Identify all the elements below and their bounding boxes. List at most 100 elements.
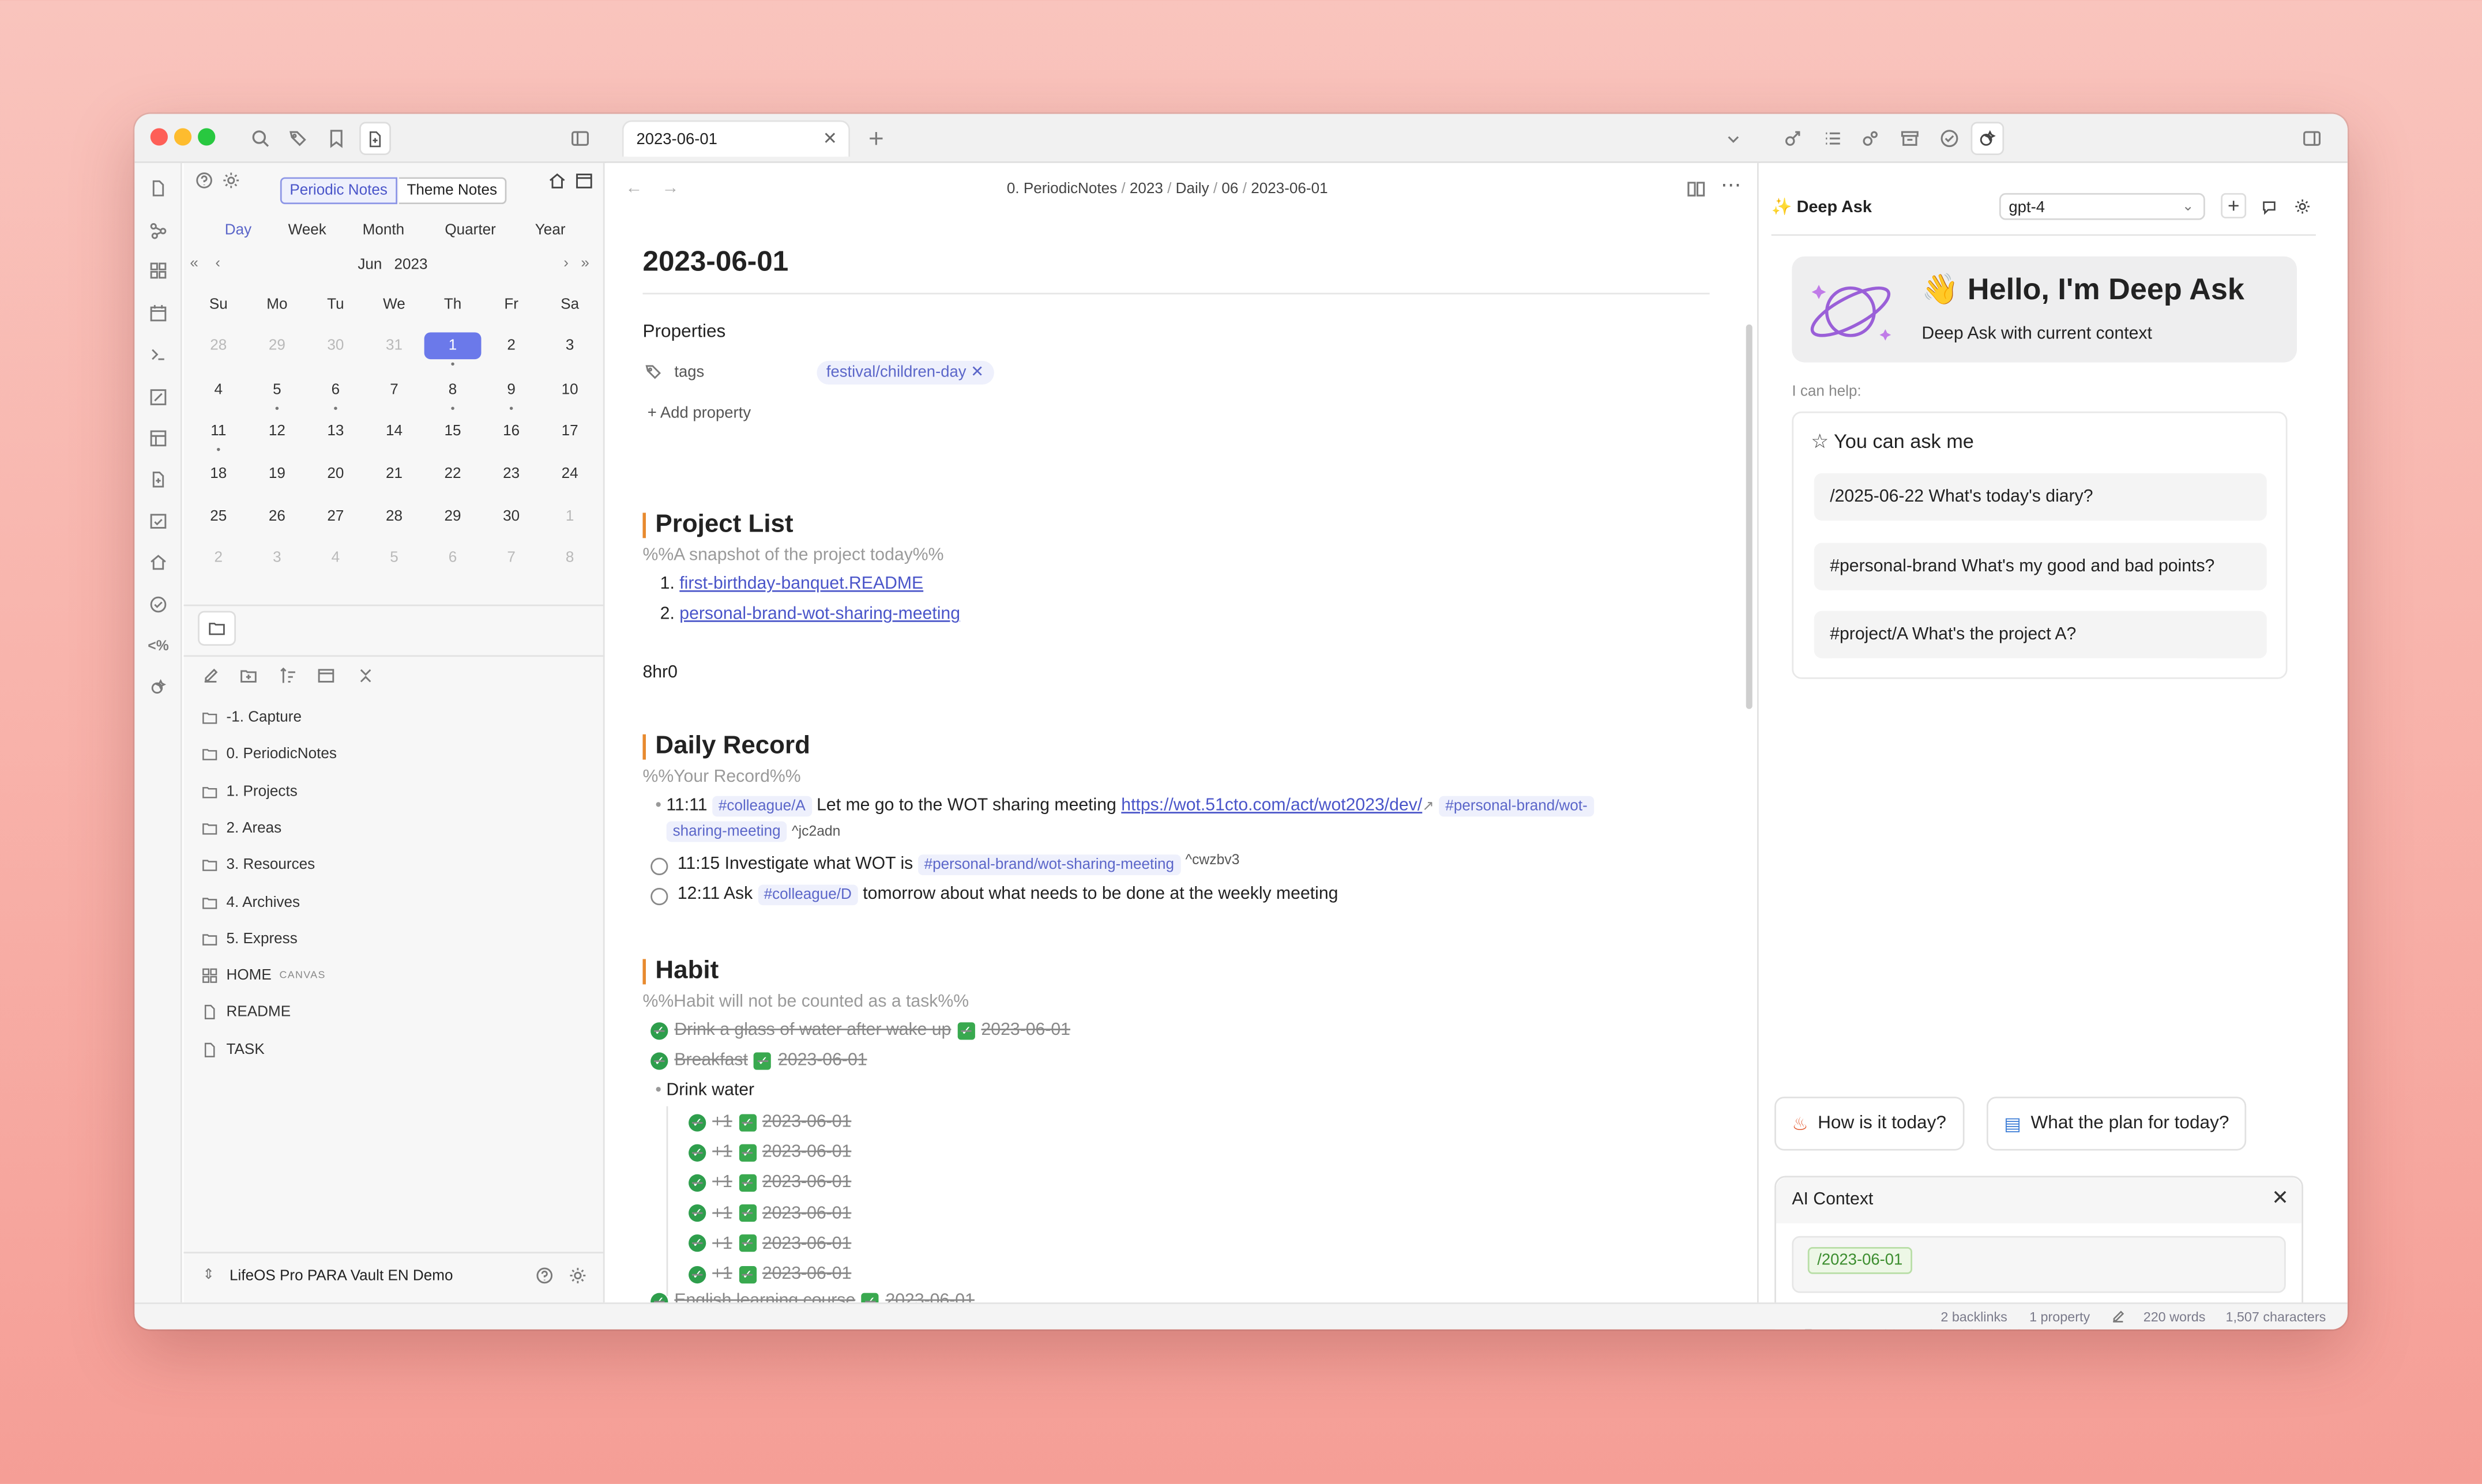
calendar-day[interactable]: 29 — [424, 503, 482, 530]
deep-ask-settings-icon[interactable] — [2289, 193, 2314, 219]
calendar-day[interactable]: 20 — [307, 461, 364, 488]
deep-ask-icon[interactable] — [1970, 122, 2005, 156]
calendar-day[interactable]: 12 — [249, 418, 306, 445]
forward-arrow-icon[interactable]: → — [661, 179, 679, 198]
calendar-day[interactable]: 8 — [541, 544, 599, 571]
tag[interactable]: #personal-brand/wot- — [1439, 796, 1594, 817]
done-check-icon[interactable]: ✓ — [689, 1204, 706, 1222]
property-key[interactable]: tags — [674, 364, 704, 381]
calendar-day[interactable]: 6 — [424, 544, 482, 571]
done-check-icon[interactable]: ✓ — [689, 1265, 706, 1283]
calendar-settings-icon[interactable] — [221, 171, 240, 190]
calendar-day[interactable]: 9 — [483, 376, 540, 404]
calendar-icon[interactable] — [574, 171, 593, 190]
period-week[interactable]: Week — [288, 221, 326, 239]
editor-scrollbar[interactable] — [1746, 324, 1753, 709]
file-tree-item[interactable]: 0. PeriodicNotes — [201, 746, 337, 763]
project-comment[interactable]: %%A snapshot of the project today%% — [642, 546, 943, 565]
period-day[interactable]: Day — [225, 221, 251, 239]
calendar-day[interactable]: 24 — [541, 461, 599, 488]
calendar-year[interactable]: 2023 — [394, 257, 428, 274]
tag[interactable]: #colleague/D — [757, 884, 858, 906]
ai-link-icon[interactable] — [1782, 128, 1803, 149]
close-tab-icon[interactable]: ✕ — [823, 128, 837, 149]
collapse-all-icon[interactable] — [356, 666, 375, 685]
calendar-day[interactable]: 3 — [249, 544, 306, 571]
breadcrumb-item[interactable]: 2023 — [1130, 180, 1163, 198]
tag[interactable]: #personal-brand/wot-sharing-meeting — [917, 854, 1181, 875]
tags-icon[interactable] — [288, 128, 309, 149]
calendar-day[interactable]: 14 — [366, 418, 423, 445]
calendar-check-icon[interactable] — [149, 511, 168, 530]
new-tab-icon[interactable] — [866, 128, 887, 149]
more-options-icon[interactable]: ⋯ — [1721, 172, 1742, 198]
new-folder-icon[interactable] — [239, 666, 258, 685]
calendar-day[interactable]: 25 — [190, 503, 247, 530]
file-tree-item[interactable]: HOME CANVAS — [201, 967, 326, 985]
terminal-icon[interactable] — [149, 345, 168, 364]
calendar-day[interactable]: 2 — [190, 544, 247, 571]
daily-record-heading[interactable]: Daily Record — [642, 733, 810, 760]
suggested-question[interactable]: #project/A What's the project A? — [1814, 611, 2267, 658]
dashboard-icon[interactable] — [149, 261, 168, 280]
layout-icon[interactable] — [149, 429, 168, 448]
breadcrumb-item[interactable]: Daily — [1176, 180, 1209, 198]
home-icon[interactable] — [548, 171, 567, 190]
calendar-day[interactable]: 21 — [366, 461, 423, 488]
calendar-day[interactable]: 31 — [366, 332, 423, 359]
done-check-icon[interactable]: ✓ — [650, 1052, 668, 1069]
calendar-day[interactable]: 30 — [307, 332, 364, 359]
project-link[interactable]: personal-brand-wot-sharing-meeting — [679, 605, 960, 624]
calendar-day[interactable]: 4 — [307, 544, 364, 571]
new-chat-icon[interactable] — [2221, 193, 2247, 219]
task-checkbox[interactable] — [650, 857, 668, 875]
suggested-question[interactable]: #personal-brand What's my good and bad p… — [1814, 543, 2267, 590]
calendar-day[interactable]: 26 — [249, 503, 306, 530]
back-arrow-icon[interactable]: ← — [625, 179, 642, 198]
habit-comment[interactable]: %%Habit will not be counted as a task%% — [642, 992, 969, 1011]
file-tree-item[interactable]: README — [201, 1004, 291, 1022]
vault-switch-icon[interactable]: ⇕ — [202, 1266, 215, 1283]
calendar-day[interactable]: 10 — [541, 376, 599, 404]
home-icon[interactable] — [149, 552, 168, 571]
reading-view-icon[interactable] — [1686, 179, 1706, 199]
done-check-icon[interactable]: ✓ — [689, 1113, 706, 1131]
calendar-day[interactable]: 30 — [483, 503, 540, 530]
file-explorer-icon[interactable] — [198, 611, 236, 646]
periodic-notes-toggle[interactable]: Periodic Notes — [280, 177, 397, 205]
theme-notes-toggle[interactable]: Theme Notes — [398, 177, 507, 205]
file-tree-item[interactable]: 1. Projects — [201, 783, 298, 800]
calendar-day[interactable]: 13 — [307, 418, 364, 445]
chat-history-icon[interactable] — [2256, 193, 2281, 219]
canvas-icon[interactable] — [149, 388, 168, 407]
calendar-day[interactable]: 6 — [307, 376, 364, 404]
calendar-day[interactable]: 1 — [424, 332, 482, 360]
quick-prompt-how-today[interactable]: ♨ How is it today? — [1774, 1097, 1964, 1151]
next-month-icon[interactable]: › — [563, 255, 569, 272]
file-tree-item[interactable]: TASK — [201, 1041, 265, 1059]
archive-icon[interactable] — [1900, 128, 1920, 149]
tag[interactable]: #colleague/A — [712, 796, 812, 817]
property-tag-pill[interactable]: festival/children-day ✕ — [817, 360, 994, 385]
done-check-icon[interactable]: ✓ — [650, 1021, 668, 1039]
calendar-day[interactable]: 18 — [190, 461, 247, 488]
search-icon[interactable] — [250, 128, 271, 149]
tab-daily-note[interactable]: 2023-06-01 ✕ — [622, 120, 851, 157]
calendar-day[interactable]: 28 — [190, 332, 247, 359]
help-icon[interactable] — [535, 1266, 554, 1285]
next-year-icon[interactable]: » — [581, 255, 589, 272]
done-check-icon[interactable]: ✓ — [689, 1174, 706, 1192]
calendar-day[interactable]: 29 — [249, 332, 306, 359]
breadcrumb-item[interactable]: 06 — [1221, 180, 1238, 198]
done-check-icon[interactable]: ✓ — [689, 1143, 706, 1161]
daily-comment[interactable]: %%Your Record%% — [642, 767, 800, 786]
breadcrumb-item[interactable]: 2023-06-01 — [1251, 180, 1328, 198]
calendar-day[interactable]: 15 — [424, 418, 482, 445]
deep-ask-ribbon-icon[interactable] — [149, 677, 168, 696]
graph-icon[interactable] — [149, 221, 168, 240]
check-circle-icon[interactable] — [149, 595, 168, 614]
file-tree-item[interactable]: 3. Resources — [201, 857, 315, 874]
done-check-icon[interactable]: ✓ — [650, 1292, 668, 1303]
file-tree-item[interactable]: 5. Express — [201, 931, 298, 948]
calendar-day[interactable]: 7 — [483, 544, 540, 571]
